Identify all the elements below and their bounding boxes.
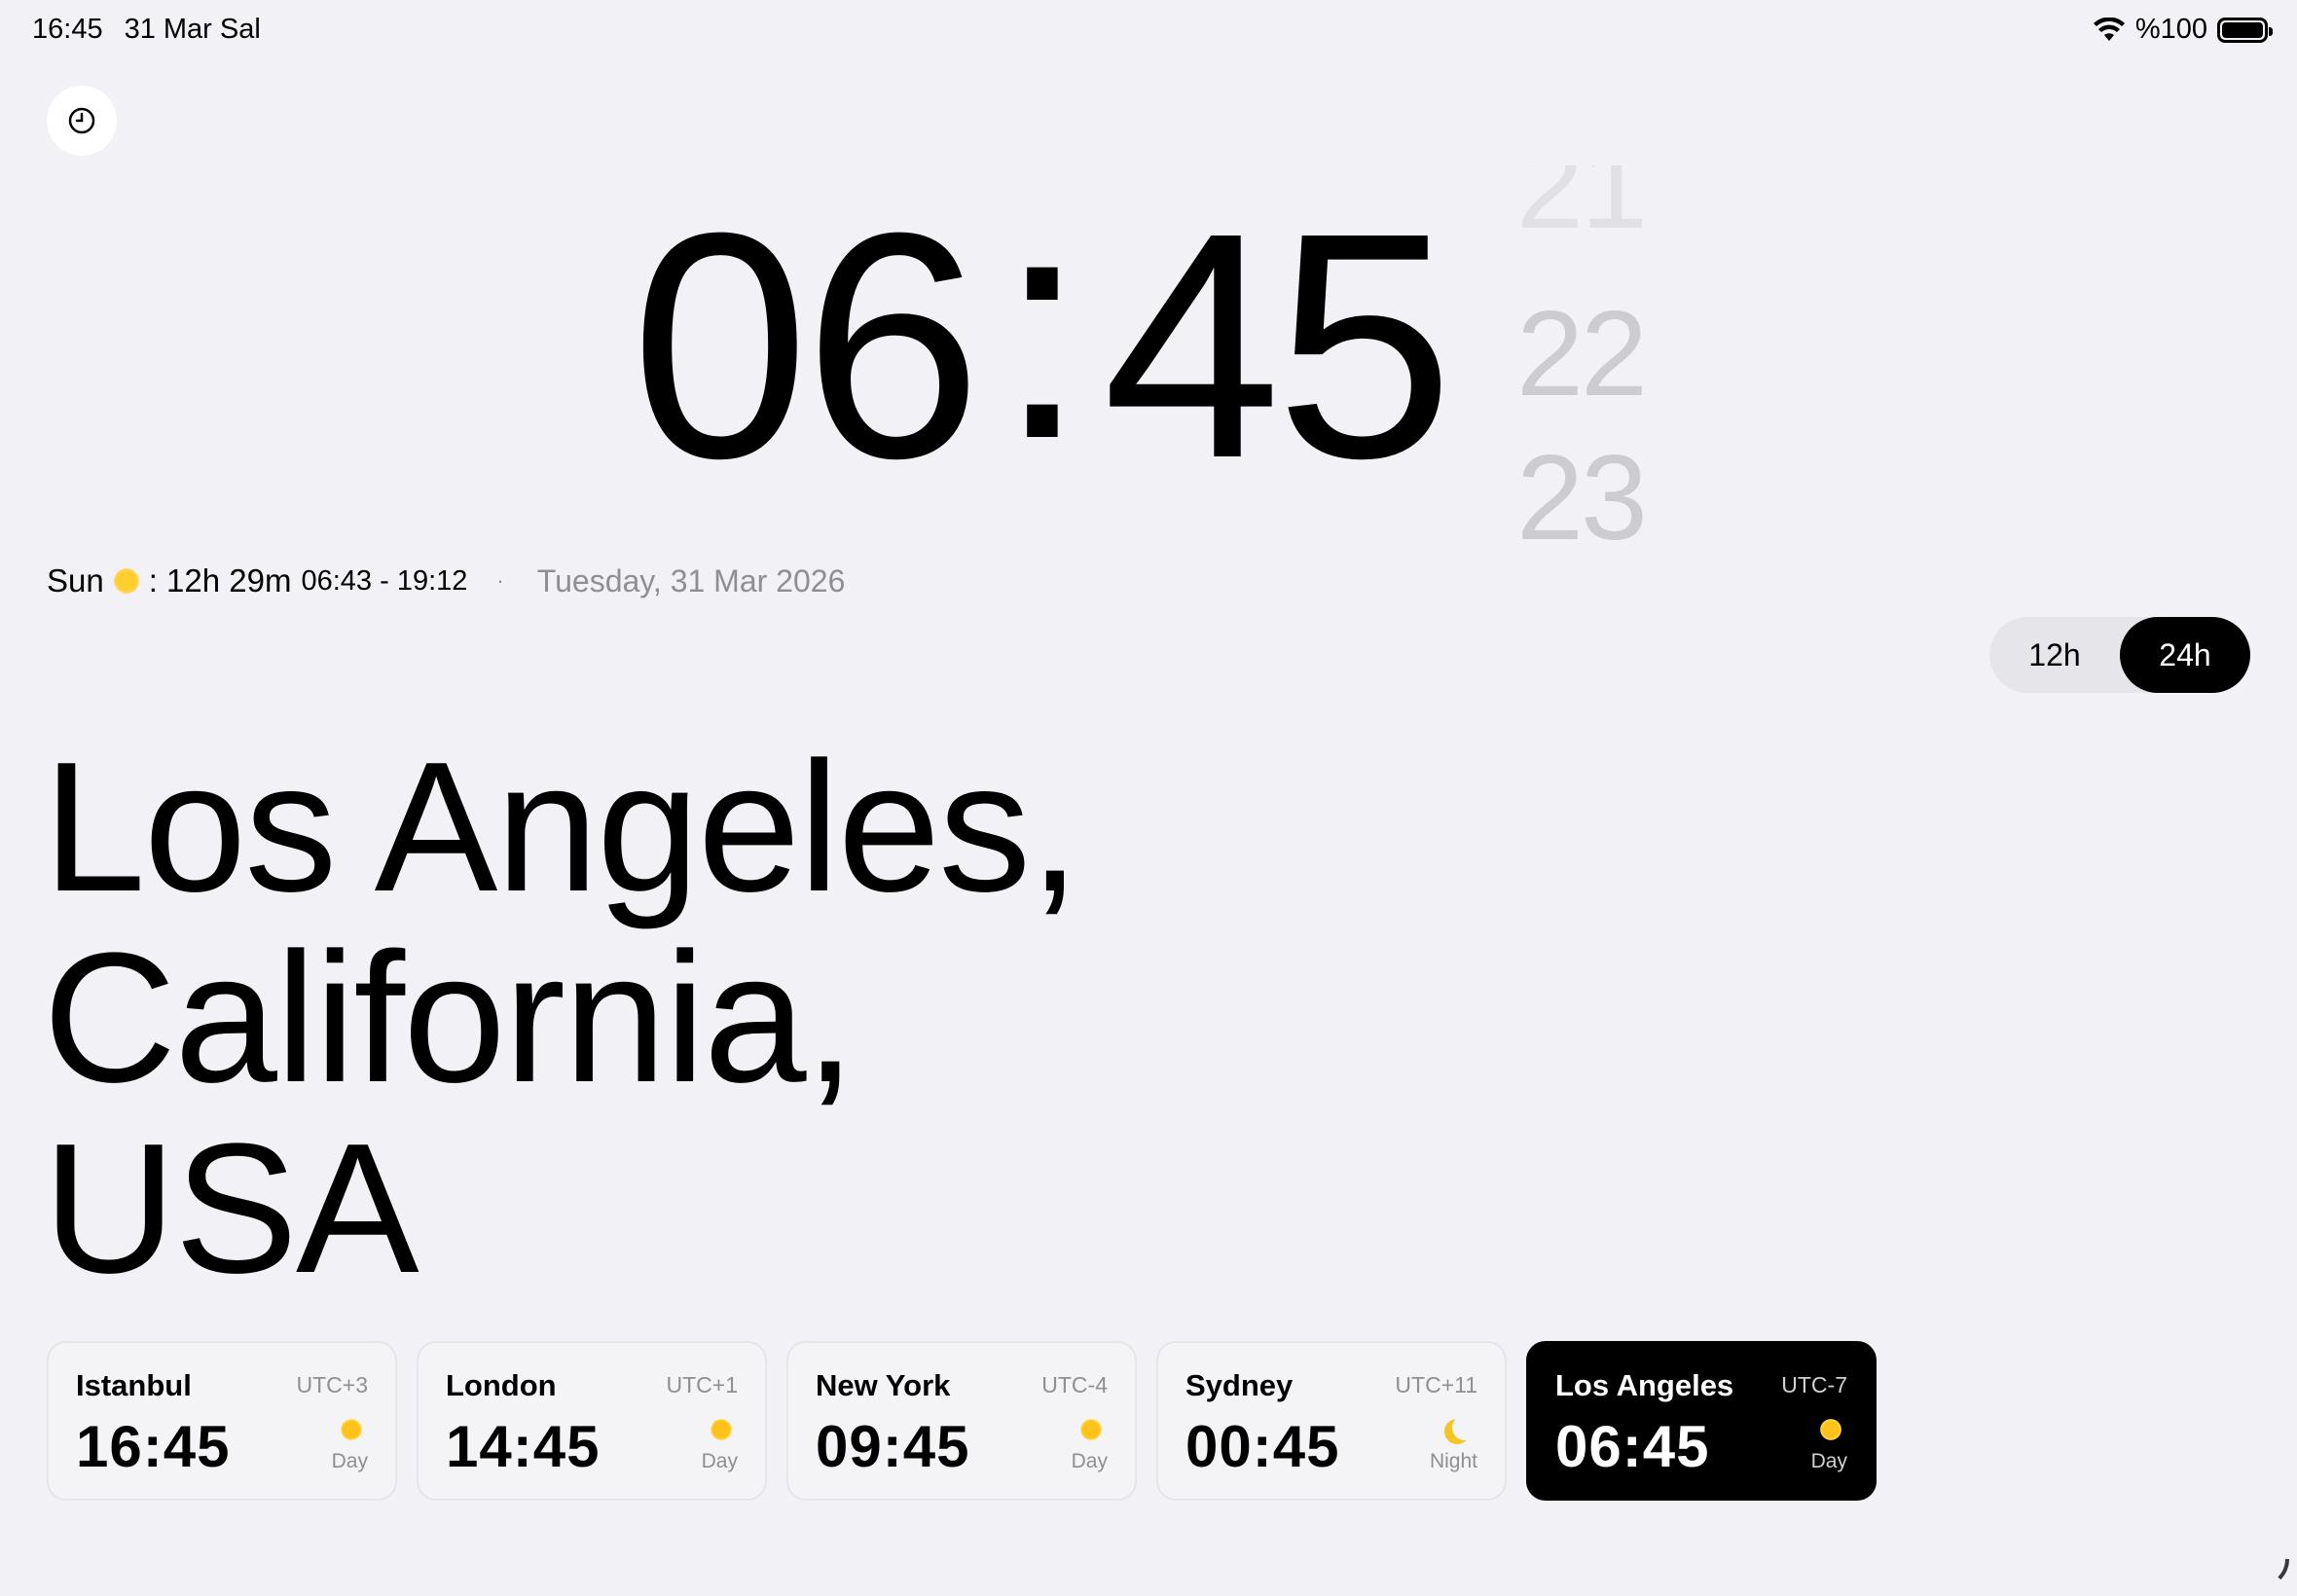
battery-percentage: %100 <box>2134 14 2207 45</box>
seconds-previous: 21 <box>1516 165 1648 254</box>
city-card-london[interactable]: London UTC+1 14:45 Day <box>417 1341 767 1501</box>
separator-dot: · <box>496 568 504 593</box>
sun-info: Sun : 12h 29m 06:43 - 19:12 · Tuesday, 3… <box>47 562 845 599</box>
city-name: Sydney <box>1185 1368 1294 1402</box>
sun-icon <box>111 566 141 596</box>
status-bar-left: 16:45 31 Mar Sal <box>32 14 261 46</box>
location-line-1: Los Angeles, <box>43 724 1080 930</box>
city-utc-offset: UTC-4 <box>1041 1372 1108 1397</box>
format-option-24h[interactable]: 24h <box>2120 617 2250 693</box>
city-time: 00:45 <box>1185 1414 1340 1479</box>
seconds-ticker: 21 22 23 <box>1516 165 1672 555</box>
city-utc-offset: UTC+3 <box>296 1372 369 1397</box>
app-screen: 16:45 31 Mar Sal %100 06:45 21 22 23 Sun… <box>0 0 2297 1596</box>
city-card-sydney[interactable]: Sydney UTC+11 00:45 Night <box>1156 1341 1507 1501</box>
city-cards: Istanbul UTC+3 16:45 Day London UTC+1 14… <box>47 1341 1877 1501</box>
status-date: 31 Mar Sal <box>124 14 261 45</box>
battery-icon <box>2217 17 2273 43</box>
location-line-2: California, <box>43 915 856 1121</box>
city-name: London <box>446 1368 557 1402</box>
city-utc-offset: UTC+11 <box>1395 1372 1477 1397</box>
sun-icon <box>337 1415 366 1444</box>
city-time: 16:45 <box>76 1414 231 1479</box>
city-name: Istanbul <box>76 1368 192 1402</box>
daylight-duration: : 12h 29m <box>148 562 292 598</box>
city-utc-offset: UTC-7 <box>1781 1372 1847 1397</box>
sunrise-sunset-range: 06:43 - 19:12 <box>301 564 468 597</box>
city-name: Los Angeles <box>1555 1368 1734 1402</box>
status-time: 16:45 <box>32 14 103 45</box>
seconds-current: 22 <box>1516 287 1648 421</box>
city-time: 14:45 <box>446 1414 601 1479</box>
history-button[interactable] <box>47 86 117 156</box>
clock-icon <box>68 107 95 134</box>
resize-handle[interactable] <box>2260 1559 2289 1588</box>
city-day-phase: Day <box>331 1450 368 1472</box>
city-time: 06:45 <box>1555 1414 1710 1479</box>
seconds-next: 23 <box>1516 431 1648 555</box>
sun-icon <box>1816 1415 1845 1444</box>
city-card-new-york[interactable]: New York UTC-4 09:45 Day <box>786 1341 1137 1501</box>
city-utc-offset: UTC+1 <box>666 1372 739 1397</box>
city-day-phase: Day <box>701 1450 738 1472</box>
sun-label: Sun <box>47 562 104 598</box>
sun-icon <box>707 1415 736 1444</box>
location-line-3: USA <box>43 1106 419 1312</box>
location-title: Los Angeles, California, USA <box>43 732 1405 1304</box>
city-card-istanbul[interactable]: Istanbul UTC+3 16:45 Day <box>47 1341 397 1501</box>
clock-minutes: 45 <box>1102 165 1454 525</box>
city-day-phase: Day <box>1810 1450 1847 1472</box>
clock-hours: 06 <box>631 165 982 525</box>
main-clock: 06:45 <box>631 165 1454 506</box>
battery-level <box>2222 21 2263 38</box>
status-bar-right: %100 <box>2093 14 2273 46</box>
city-day-phase: Day <box>1071 1450 1108 1472</box>
moon-icon <box>1446 1415 1476 1444</box>
time-format-toggle: 12h 24h <box>1989 617 2250 693</box>
full-date: Tuesday, 31 Mar 2026 <box>536 562 846 598</box>
clock-separator: : <box>998 146 1087 505</box>
format-option-12h[interactable]: 12h <box>1989 617 2120 693</box>
city-time: 09:45 <box>816 1414 970 1479</box>
city-day-phase: Night <box>1429 1450 1477 1472</box>
city-name: New York <box>816 1368 951 1402</box>
city-card-los-angeles[interactable]: Los Angeles UTC-7 06:45 Day <box>1526 1341 1877 1501</box>
sun-icon <box>1076 1415 1106 1444</box>
wifi-icon <box>2093 17 2125 41</box>
